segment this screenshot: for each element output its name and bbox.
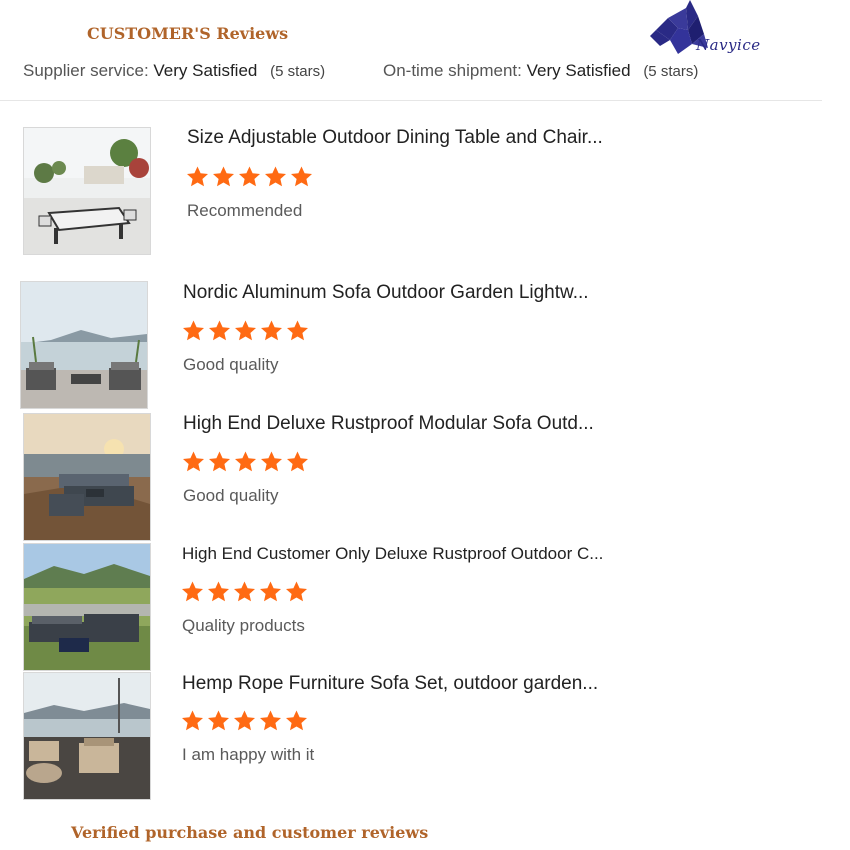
supplier-service-count: (5 stars)	[270, 63, 326, 80]
star-icon	[182, 581, 203, 602]
star-icon	[182, 710, 203, 731]
verified-footer: Verified purchase and customer reviews	[71, 823, 429, 842]
shipment-count: (5 stars)	[643, 63, 699, 80]
star-icon	[286, 710, 307, 731]
product-thumbnail[interactable]	[23, 672, 151, 800]
product-thumbnail[interactable]	[23, 543, 151, 671]
star-icon	[208, 710, 229, 731]
star-rating	[180, 709, 309, 733]
product-thumbnail[interactable]	[23, 413, 151, 541]
star-icon	[209, 320, 230, 341]
reviews-heading: CUSTOMER'S Reviews	[87, 24, 289, 43]
star-icon	[235, 320, 256, 341]
star-icon	[287, 320, 308, 341]
star-icon	[187, 166, 208, 187]
star-icon	[239, 166, 260, 187]
review-text: I am happy with it	[182, 745, 315, 764]
product-title[interactable]: High End Deluxe Rustproof Modular Sofa O…	[183, 413, 594, 435]
star-icon	[260, 581, 281, 602]
star-icon	[260, 710, 281, 731]
rope-sofa-photo	[24, 673, 150, 799]
star-icon	[234, 581, 255, 602]
product-thumbnail[interactable]	[23, 127, 151, 255]
dining-set-photo	[24, 128, 150, 254]
beach-modular-sofa-photo	[24, 414, 150, 540]
star-icon	[286, 581, 307, 602]
star-rating	[181, 319, 310, 343]
shipment-rating: On-time shipment: Very Satisfied (5 star…	[383, 61, 698, 81]
star-icon	[183, 320, 204, 341]
star-icon	[291, 166, 312, 187]
review-text: Good quality	[183, 486, 279, 505]
product-thumbnail[interactable]	[20, 281, 148, 409]
product-title[interactable]: Size Adjustable Outdoor Dining Table and…	[187, 127, 603, 149]
review-text: Quality products	[182, 616, 305, 635]
field-sofa-photo	[24, 544, 150, 670]
star-icon	[234, 710, 255, 731]
supplier-service-label: Supplier service:	[23, 61, 149, 80]
lakeside-sofa-photo	[21, 282, 147, 408]
supplier-service-value: Very Satisfied	[153, 61, 258, 80]
review-text: Recommended	[187, 201, 303, 220]
star-icon	[183, 451, 204, 472]
star-icon	[287, 451, 308, 472]
header-divider	[0, 100, 822, 101]
review-text: Good quality	[183, 355, 279, 374]
shipment-value: Very Satisfied	[526, 61, 631, 80]
star-icon	[213, 166, 234, 187]
star-rating	[181, 450, 310, 474]
star-icon	[208, 581, 229, 602]
star-icon	[209, 451, 230, 472]
product-title[interactable]: Nordic Aluminum Sofa Outdoor Garden Ligh…	[183, 282, 589, 304]
star-icon	[265, 166, 286, 187]
star-rating	[180, 580, 309, 604]
brand-name: Navyice	[696, 36, 761, 54]
star-icon	[261, 451, 282, 472]
shipment-label: On-time shipment:	[383, 61, 522, 80]
supplier-service-rating: Supplier service: Very Satisfied (5 star…	[23, 61, 325, 81]
star-icon	[261, 320, 282, 341]
star-rating	[185, 165, 314, 189]
star-icon	[235, 451, 256, 472]
product-title[interactable]: High End Customer Only Deluxe Rustproof …	[182, 544, 603, 564]
product-title[interactable]: Hemp Rope Furniture Sofa Set, outdoor ga…	[182, 673, 598, 695]
